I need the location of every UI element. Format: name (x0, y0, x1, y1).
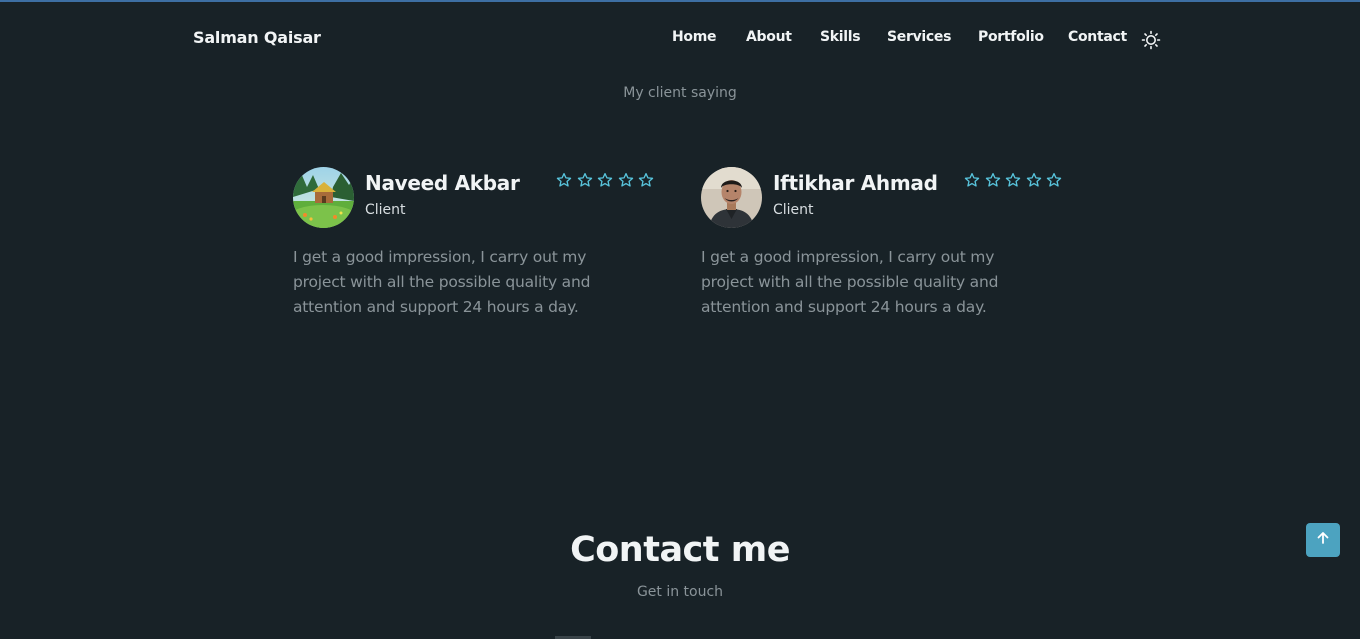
star-rating (556, 172, 659, 190)
client-role: Client (773, 202, 814, 218)
star-icon (597, 172, 618, 190)
star-icon (1026, 172, 1047, 190)
star-icon (964, 172, 985, 190)
nav-portfolio[interactable]: Portfolio (978, 29, 1044, 45)
avatar (293, 167, 354, 228)
testimonial-quote: I get a good impression, I carry out my … (701, 248, 999, 316)
site-header: Salman Qaisar Home About Skills Services… (0, 2, 1360, 72)
contact-heading: Contact me (570, 530, 790, 570)
sun-icon[interactable] (1141, 30, 1161, 50)
nav-about[interactable]: About (746, 29, 792, 45)
testimonials-subtitle: My client saying (623, 85, 737, 101)
star-icon (556, 172, 577, 190)
client-role: Client (365, 202, 406, 218)
star-icon (1046, 172, 1067, 190)
star-icon (577, 172, 598, 190)
avatar (701, 167, 762, 228)
nav-home[interactable]: Home (672, 29, 717, 45)
star-icon (638, 172, 659, 190)
nav-skills[interactable]: Skills (820, 29, 861, 45)
arrow-up-icon (1315, 530, 1331, 550)
scroll-to-top-button[interactable] (1306, 523, 1340, 557)
contact-subtitle: Get in touch (636, 584, 724, 600)
client-name: Naveed Akbar (365, 171, 520, 195)
nav-contact[interactable]: Contact (1068, 29, 1127, 45)
star-icon (1005, 172, 1026, 190)
star-icon (985, 172, 1006, 190)
nav-services[interactable]: Services (887, 29, 951, 45)
client-name: Iftikhar Ahmad (773, 171, 938, 195)
star-icon (618, 172, 639, 190)
testimonial-quote: I get a good impression, I carry out my … (293, 248, 591, 316)
site-logo[interactable]: Salman Qaisar (193, 28, 321, 47)
star-rating (964, 172, 1067, 190)
